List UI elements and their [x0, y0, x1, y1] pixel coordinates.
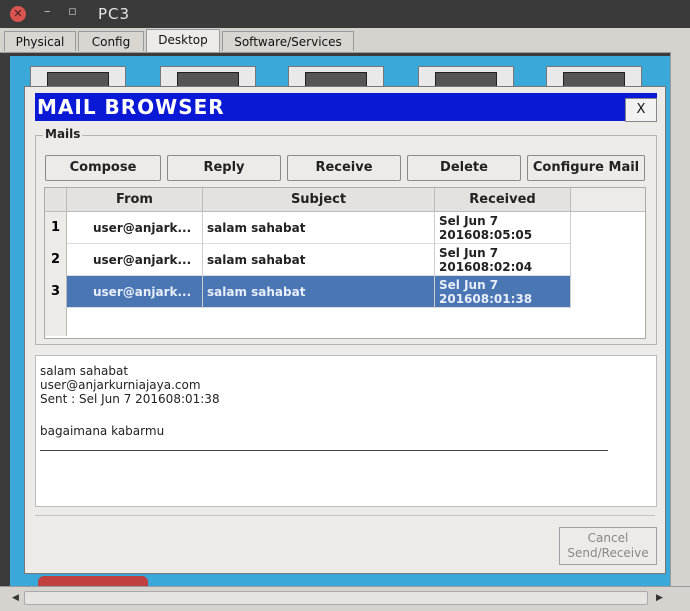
scroll-left-icon[interactable]: ◀	[12, 593, 19, 603]
message-body: bagaimana kabarmu	[40, 424, 165, 438]
mail-row-selected[interactable]: user@anjark... salam sahabat Sel Jun 7 2…	[67, 276, 571, 308]
vertical-scrollbar[interactable]	[670, 52, 690, 586]
mail-received-date: Sel Jun 7	[439, 246, 499, 260]
delete-button[interactable]: Delete	[407, 155, 521, 181]
cancel-label: Cancel	[587, 531, 629, 545]
tab-software-services[interactable]: Software/Services	[222, 31, 354, 51]
row-number-header	[45, 188, 67, 212]
mail-received-time: 201608:02:04	[439, 260, 533, 274]
scroll-right-icon[interactable]: ▶	[656, 593, 663, 603]
mail-received-date: Sel Jun 7	[439, 278, 499, 292]
mail-from: user@anjark...	[67, 276, 203, 308]
mail-received: Sel Jun 7 201608:02:04	[435, 244, 571, 276]
dialog-title-bar: MAIL BROWSER	[35, 93, 657, 121]
message-sent: Sent : Sel Jun 7 201608:01:38	[40, 392, 220, 406]
tab-config[interactable]: Config	[78, 31, 144, 51]
horizontal-scrollbar[interactable]: ◀ ▶	[0, 586, 690, 611]
scroll-thumb[interactable]	[24, 591, 648, 605]
window-minimize-icon[interactable]: –	[44, 4, 51, 19]
mail-received-time: 201608:01:38	[439, 292, 533, 306]
window-maximize-icon[interactable]: ▫	[68, 4, 77, 19]
configure-mail-button[interactable]: Configure Mail	[527, 155, 645, 181]
column-header-subject[interactable]: Subject	[203, 188, 435, 212]
mail-row[interactable]: user@anjark... salam sahabat Sel Jun 7 2…	[67, 244, 571, 276]
dialog-close-button[interactable]: X	[625, 98, 657, 122]
mail-table: From Subject Received 1 user@anjark... s…	[44, 187, 646, 339]
desktop-app-icon[interactable]	[38, 576, 148, 586]
tab-desktop[interactable]: Desktop	[146, 29, 220, 52]
header-filler	[571, 188, 645, 212]
message-from: user@anjarkurniajaya.com	[40, 378, 201, 392]
cancel-send-receive-button[interactable]: Cancel Send/Receive	[559, 527, 657, 565]
row-number: 2	[45, 244, 67, 276]
send-receive-label: Send/Receive	[567, 546, 649, 560]
mail-received: Sel Jun 7 201608:05:05	[435, 212, 571, 244]
tab-bar: Physical Config Desktop Software/Service…	[0, 28, 690, 53]
row-number-empty	[45, 308, 67, 336]
mail-from: user@anjark...	[67, 244, 203, 276]
mail-received-time: 201608:05:05	[439, 228, 533, 242]
dialog-title: MAIL BROWSER	[37, 95, 225, 119]
mails-group-label: Mails	[43, 127, 83, 141]
window-titlebar: ✕ – ▫ PC3	[0, 0, 690, 28]
mail-from: user@anjark...	[67, 212, 203, 244]
mail-received: Sel Jun 7 201608:01:38	[435, 276, 571, 308]
dialog-separator	[35, 515, 655, 516]
reply-button[interactable]: Reply	[167, 155, 281, 181]
mail-received-date: Sel Jun 7	[439, 214, 499, 228]
mail-browser-dialog: MAIL BROWSER X Mails Compose Reply Recei…	[24, 86, 666, 574]
receive-button[interactable]: Receive	[287, 155, 401, 181]
compose-button[interactable]: Compose	[45, 155, 161, 181]
window-close-icon[interactable]: ✕	[10, 6, 26, 22]
row-number: 3	[45, 276, 67, 308]
message-preview[interactable]: salam sahabat user@anjarkurniajaya.com S…	[35, 355, 657, 507]
mail-subject: salam sahabat	[203, 244, 435, 276]
message-subject: salam sahabat	[40, 364, 129, 378]
column-header-received[interactable]: Received	[435, 188, 571, 212]
row-number: 1	[45, 212, 67, 244]
mail-row[interactable]: user@anjark... salam sahabat Sel Jun 7 2…	[67, 212, 571, 244]
mail-subject: salam sahabat	[203, 276, 435, 308]
tab-physical[interactable]: Physical	[4, 31, 76, 51]
window-title: PC3	[98, 5, 131, 23]
message-divider	[40, 450, 608, 451]
mail-subject: salam sahabat	[203, 212, 435, 244]
column-header-from[interactable]: From	[67, 188, 203, 212]
